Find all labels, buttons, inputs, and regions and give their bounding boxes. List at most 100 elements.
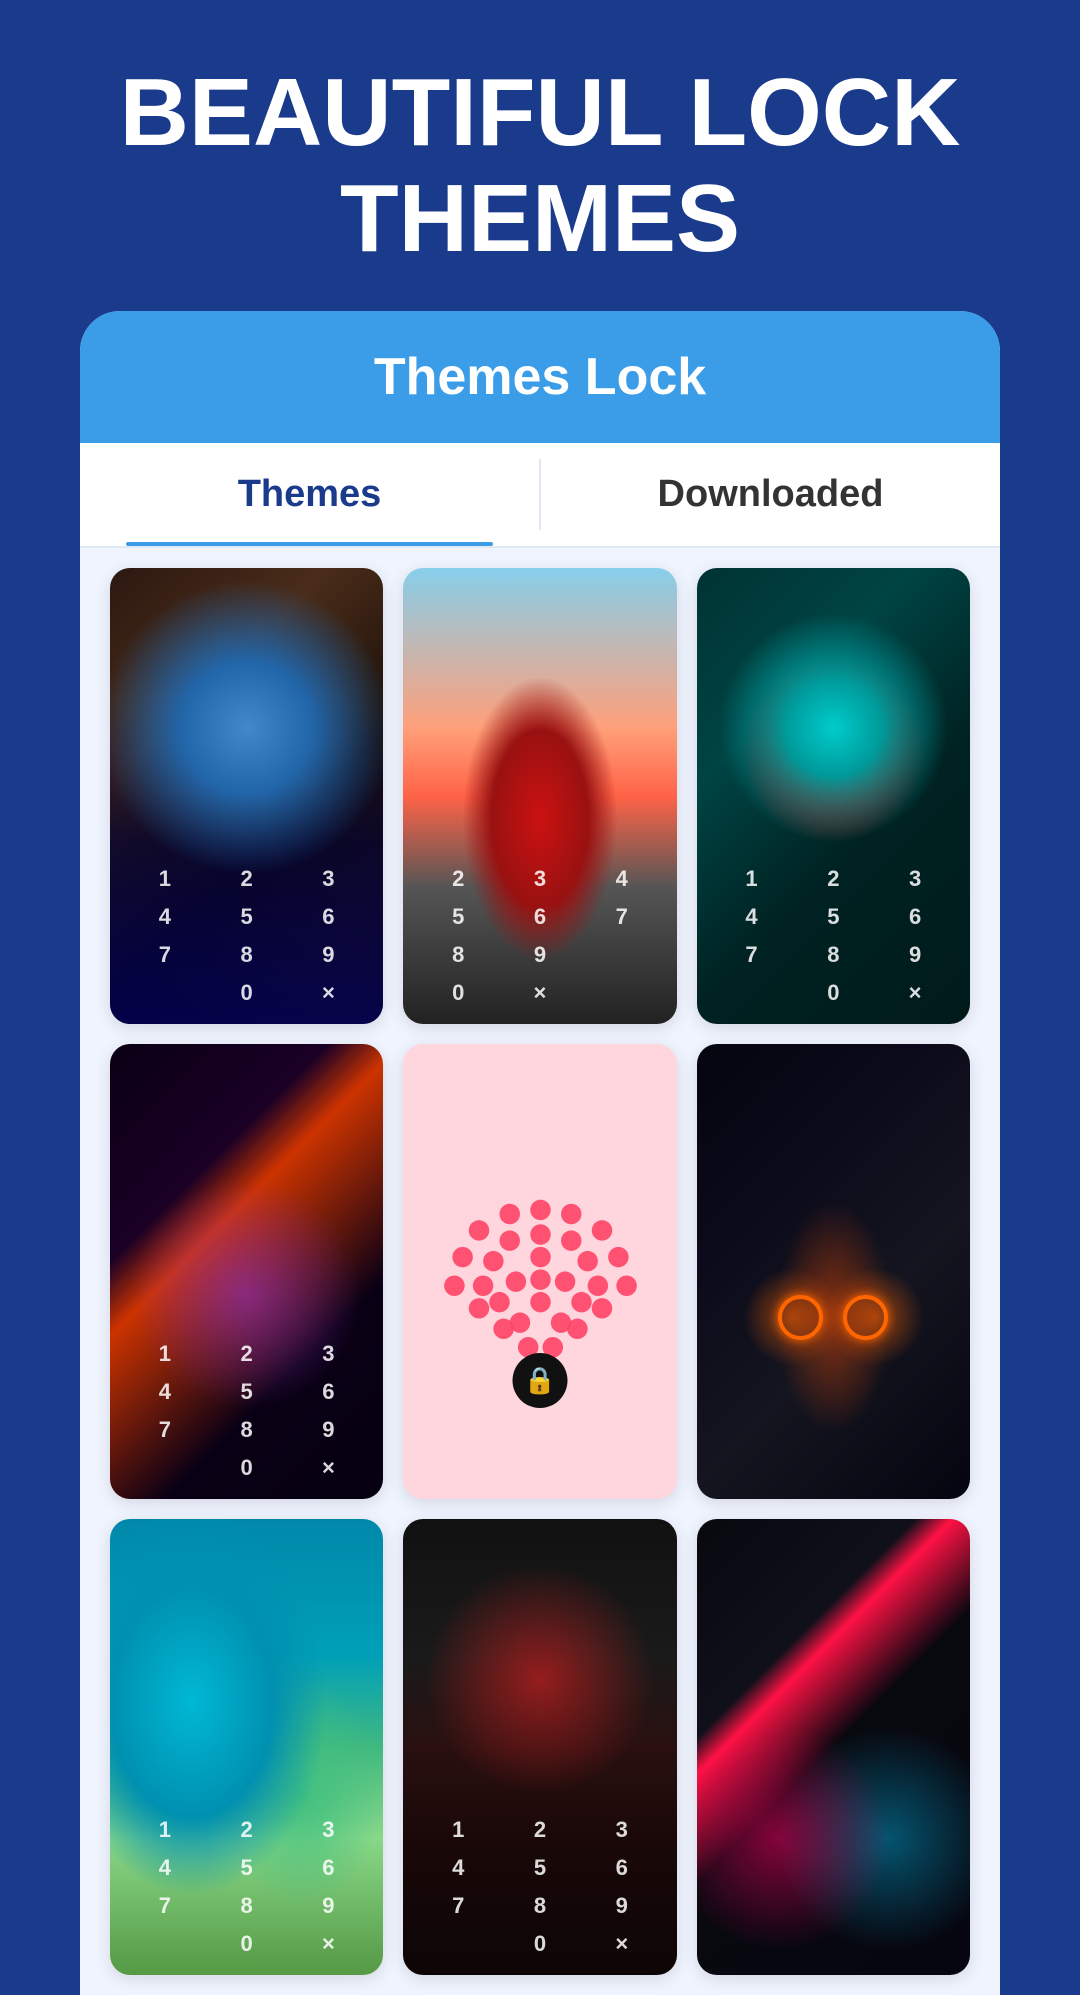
key: × (290, 976, 368, 1010)
key: 0 (208, 1927, 286, 1961)
key: 2 (794, 862, 872, 896)
key: 7 (126, 938, 204, 972)
key: 2 (419, 862, 497, 896)
key: 1 (713, 862, 791, 896)
key: 4 (713, 900, 791, 934)
key: 0 (794, 976, 872, 1010)
key: 5 (208, 1851, 286, 1885)
lock-circle: 🔒 (512, 1353, 567, 1408)
key: 5 (419, 900, 497, 934)
key: 2 (208, 1337, 286, 1371)
themes-grid: 1 2 3 4 5 6 7 8 9 0 × 2 (80, 548, 1000, 1995)
key: 9 (583, 1889, 661, 1923)
key (713, 976, 791, 1010)
keypad: 1 2 3 4 5 6 7 8 9 0 × (403, 1813, 676, 1961)
key: 6 (583, 1851, 661, 1885)
key: 6 (290, 1851, 368, 1885)
key: 1 (419, 1813, 497, 1847)
tab-bar: Themes Downloaded (80, 443, 1000, 548)
theme-card[interactable]: 1 2 3 4 5 6 7 8 9 0 × (403, 1519, 676, 1975)
app-header: Themes Lock (80, 311, 1000, 443)
hero-title: BEAUTIFUL LOCK THEMES (0, 0, 1080, 311)
key: 9 (876, 938, 954, 972)
key: 8 (208, 1413, 286, 1447)
theme-bg (697, 1519, 970, 1975)
key: 5 (208, 900, 286, 934)
key: 1 (126, 1813, 204, 1847)
key: 1 (126, 1337, 204, 1371)
key: 9 (290, 1413, 368, 1447)
tab-downloaded[interactable]: Downloaded (541, 443, 1000, 546)
key: 3 (290, 1813, 368, 1847)
keypad: 1 2 3 4 5 6 7 8 9 0 × (110, 862, 383, 1010)
key: 7 (713, 938, 791, 972)
theme-card[interactable] (697, 1519, 970, 1975)
tab-themes[interactable]: Themes (80, 443, 539, 546)
key: 7 (126, 1889, 204, 1923)
key: 5 (208, 1375, 286, 1409)
key: 4 (126, 1375, 204, 1409)
key: 2 (208, 1813, 286, 1847)
theme-card[interactable]: 1 2 3 4 5 6 7 8 9 0 × (697, 568, 970, 1024)
key: × (501, 976, 579, 1010)
key: 6 (501, 900, 579, 934)
key: 8 (419, 938, 497, 972)
key: 1 (126, 862, 204, 896)
key (126, 1451, 204, 1485)
key: 4 (583, 862, 661, 896)
key: 9 (290, 938, 368, 972)
key: 2 (501, 1813, 579, 1847)
theme-card[interactable]: 1 2 3 4 5 6 7 8 9 0 × (110, 1044, 383, 1500)
keypad: 1 2 3 4 5 6 7 8 9 0 × (110, 1813, 383, 1961)
key: × (876, 976, 954, 1010)
key (583, 976, 661, 1010)
key (419, 1927, 497, 1961)
key: 8 (501, 1889, 579, 1923)
theme-card[interactable] (697, 1044, 970, 1500)
key: 7 (419, 1889, 497, 1923)
key: 4 (126, 1851, 204, 1885)
theme-card[interactable]: 1 2 3 4 5 6 7 8 9 0 × (110, 1519, 383, 1975)
app-title: Themes Lock (120, 347, 960, 407)
key: 0 (419, 976, 497, 1010)
key: 3 (583, 1813, 661, 1847)
key (126, 1927, 204, 1961)
key: 8 (208, 938, 286, 972)
key: 0 (208, 1451, 286, 1485)
theme-bg (697, 1044, 970, 1500)
key: 5 (501, 1851, 579, 1885)
keypad: 2 3 4 5 6 7 8 9 0 × (403, 862, 676, 1010)
key: × (583, 1927, 661, 1961)
key: 4 (419, 1851, 497, 1885)
key: 6 (290, 900, 368, 934)
key: × (290, 1451, 368, 1485)
key: 3 (290, 1337, 368, 1371)
key: 0 (501, 1927, 579, 1961)
keypad: 1 2 3 4 5 6 7 8 9 0 × (110, 1337, 383, 1485)
key (583, 938, 661, 972)
theme-card[interactable]: 1 2 3 4 5 6 7 8 9 0 × (110, 568, 383, 1024)
key: 8 (794, 938, 872, 972)
keypad: 1 2 3 4 5 6 7 8 9 0 × (697, 862, 970, 1010)
key: 7 (126, 1413, 204, 1447)
key: 7 (583, 900, 661, 934)
key: 5 (794, 900, 872, 934)
key: 3 (501, 862, 579, 896)
key: 4 (126, 900, 204, 934)
ring-lights (778, 1295, 888, 1340)
key: 6 (290, 1375, 368, 1409)
key: 8 (208, 1889, 286, 1923)
key: 9 (501, 938, 579, 972)
key: 3 (876, 862, 954, 896)
key (126, 976, 204, 1010)
key: 2 (208, 862, 286, 896)
key: × (290, 1927, 368, 1961)
app-card: Themes Lock Themes Downloaded 1 2 3 4 5 … (80, 311, 1000, 1995)
key: 6 (876, 900, 954, 934)
key: 3 (290, 862, 368, 896)
key: 0 (208, 976, 286, 1010)
key: 9 (290, 1889, 368, 1923)
theme-card[interactable]: 2 3 4 5 6 7 8 9 0 × (403, 568, 676, 1024)
lock-icon: 🔒 (524, 1365, 556, 1396)
theme-card[interactable]: 🔒 (403, 1044, 676, 1500)
